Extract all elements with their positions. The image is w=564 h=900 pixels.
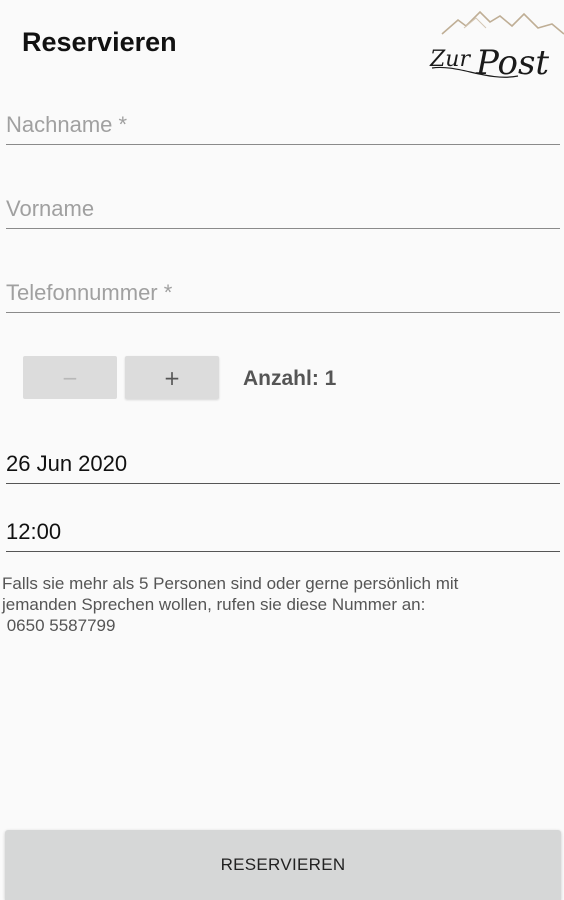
info-line-1: Falls sie mehr als 5 Personen sind oder … — [2, 574, 459, 593]
reserve-button[interactable]: RESERVIEREN — [5, 830, 561, 900]
decrement-button[interactable]: − — [23, 356, 117, 399]
firstname-field[interactable] — [6, 196, 560, 229]
increment-button[interactable]: + — [125, 356, 219, 399]
info-text: Falls sie mehr als 5 Personen sind oder … — [2, 573, 542, 636]
time-field[interactable]: 12:00 — [6, 519, 560, 552]
date-field[interactable]: 26 Jun 2020 — [6, 451, 560, 484]
zur-post-logo: Zur Post — [429, 10, 564, 83]
lastname-field[interactable] — [6, 112, 560, 145]
info-line-2: jemanden Sprechen wollen, rufen sie dies… — [2, 595, 426, 614]
info-phone-number: 0650 5587799 — [2, 616, 116, 635]
phone-field[interactable] — [6, 280, 560, 313]
page-title: Reservieren — [22, 27, 177, 57]
guest-count-label: Anzahl: 1 — [243, 367, 337, 390]
